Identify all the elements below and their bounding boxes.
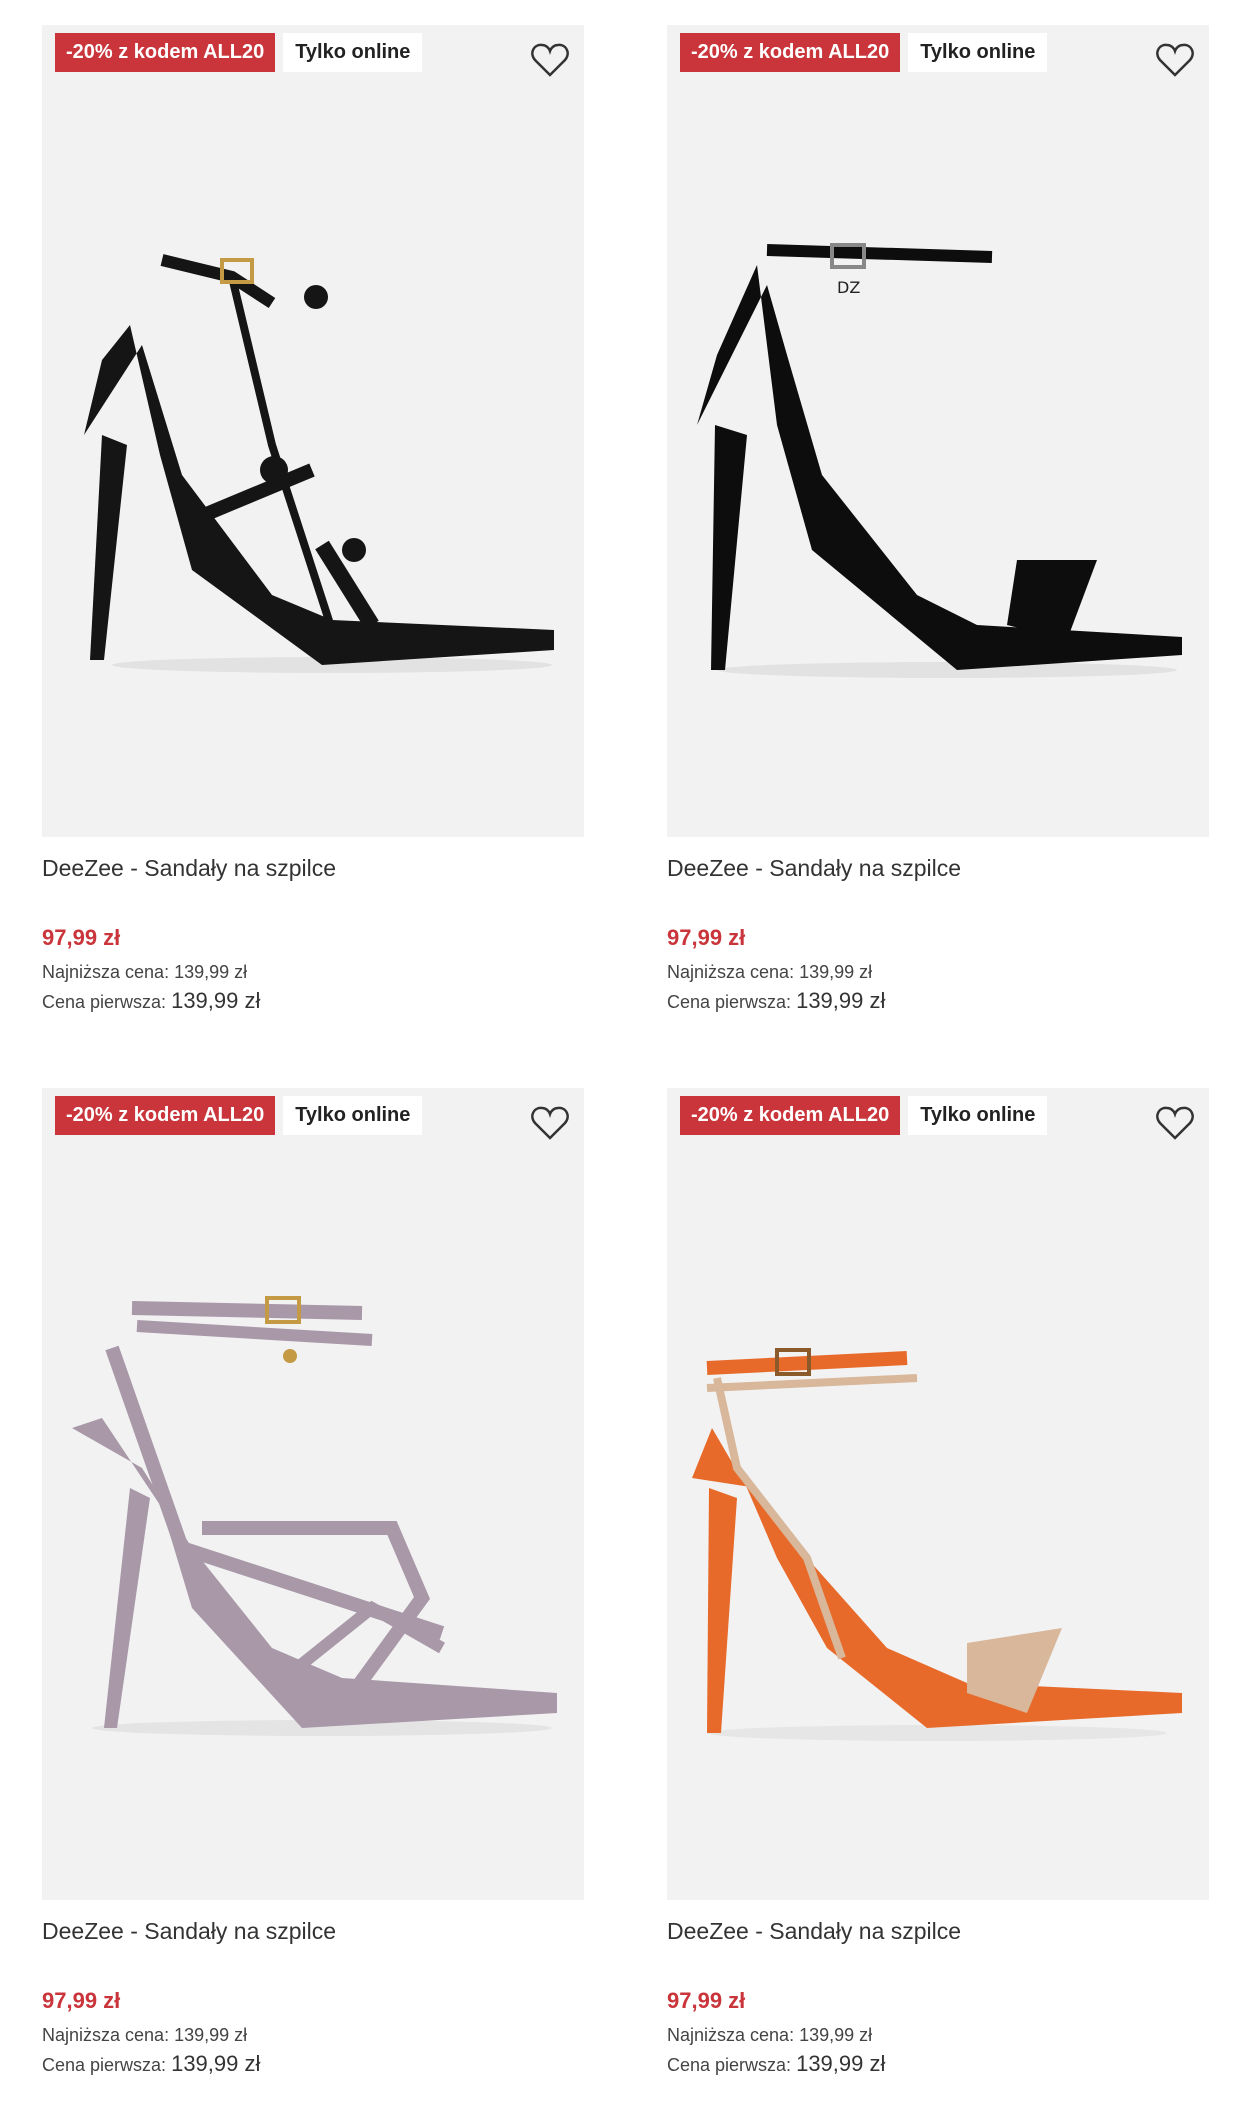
first-price: Cena pierwsza: 139,99 zł: [667, 985, 1209, 1017]
first-price-label: Cena pierwsza:: [667, 2055, 792, 2075]
online-only-badge: Tylko online: [908, 33, 1048, 72]
product-image[interactable]: DZ -20% z kodem ALL20 Tylko online: [667, 25, 1209, 837]
product-grid: -20% z kodem ALL20 Tylko online DeeZee -…: [0, 0, 1250, 2123]
first-price-value: 139,99 zł: [171, 988, 261, 1013]
first-price-value: 139,99 zł: [796, 988, 886, 1013]
promo-badge: -20% z kodem ALL20: [680, 33, 901, 72]
product-card[interactable]: DZ -20% z kodem ALL20 Tylko online DeeZe…: [667, 25, 1209, 1017]
online-only-badge: Tylko online: [283, 33, 423, 72]
heart-outline-icon[interactable]: [530, 1104, 570, 1142]
product-card[interactable]: -20% z kodem ALL20 Tylko online DeeZee -…: [42, 25, 584, 1017]
product-price: 97,99 zł: [667, 925, 746, 950]
product-title[interactable]: DeeZee - Sandały na szpilce: [667, 1916, 1209, 1946]
first-price: Cena pierwsza: 139,99 zł: [667, 2048, 1209, 2080]
sandal-image: DZ: [697, 243, 1182, 678]
product-title[interactable]: DeeZee - Sandały na szpilce: [667, 853, 1209, 883]
sandal-image: [72, 1296, 557, 1736]
lowest-price: Najniższa cena: 139,99 zł: [667, 2025, 873, 2045]
heart-outline-icon[interactable]: [1155, 1104, 1195, 1142]
sandal-image: [84, 254, 554, 673]
online-only-badge: Tylko online: [283, 1096, 423, 1135]
lowest-price: Najniższa cena: 139,99 zł: [667, 962, 873, 982]
online-only-badge: Tylko online: [908, 1096, 1048, 1135]
product-price: 97,99 zł: [42, 1988, 121, 2013]
product-price: 97,99 zł: [42, 925, 121, 950]
first-price-label: Cena pierwsza:: [42, 992, 167, 1012]
promo-badge: -20% z kodem ALL20: [55, 1096, 276, 1135]
svg-text:DZ: DZ: [837, 278, 860, 297]
product-price: 97,99 zł: [667, 1988, 746, 2013]
product-image[interactable]: -20% z kodem ALL20 Tylko online: [42, 25, 584, 837]
product-card[interactable]: -20% z kodem ALL20 Tylko online DeeZee -…: [667, 1088, 1209, 2080]
sandal-image: [692, 1348, 1182, 1741]
lowest-price: Najniższa cena: 139,99 zł: [42, 962, 248, 982]
product-title[interactable]: DeeZee - Sandały na szpilce: [42, 853, 584, 883]
promo-badge: -20% z kodem ALL20: [55, 33, 276, 72]
first-price-value: 139,99 zł: [796, 2051, 886, 2076]
heart-outline-icon[interactable]: [530, 41, 570, 79]
promo-badge: -20% z kodem ALL20: [680, 1096, 901, 1135]
product-title[interactable]: DeeZee - Sandały na szpilce: [42, 1916, 584, 1946]
product-card[interactable]: -20% z kodem ALL20 Tylko online DeeZee -…: [42, 1088, 584, 2080]
product-image[interactable]: -20% z kodem ALL20 Tylko online: [667, 1088, 1209, 1900]
first-price: Cena pierwsza: 139,99 zł: [42, 985, 584, 1017]
first-price: Cena pierwsza: 139,99 zł: [42, 2048, 584, 2080]
first-price-label: Cena pierwsza:: [667, 992, 792, 1012]
lowest-price: Najniższa cena: 139,99 zł: [42, 2025, 248, 2045]
heart-outline-icon[interactable]: [1155, 41, 1195, 79]
product-image[interactable]: -20% z kodem ALL20 Tylko online: [42, 1088, 584, 1900]
first-price-value: 139,99 zł: [171, 2051, 261, 2076]
first-price-label: Cena pierwsza:: [42, 2055, 167, 2075]
